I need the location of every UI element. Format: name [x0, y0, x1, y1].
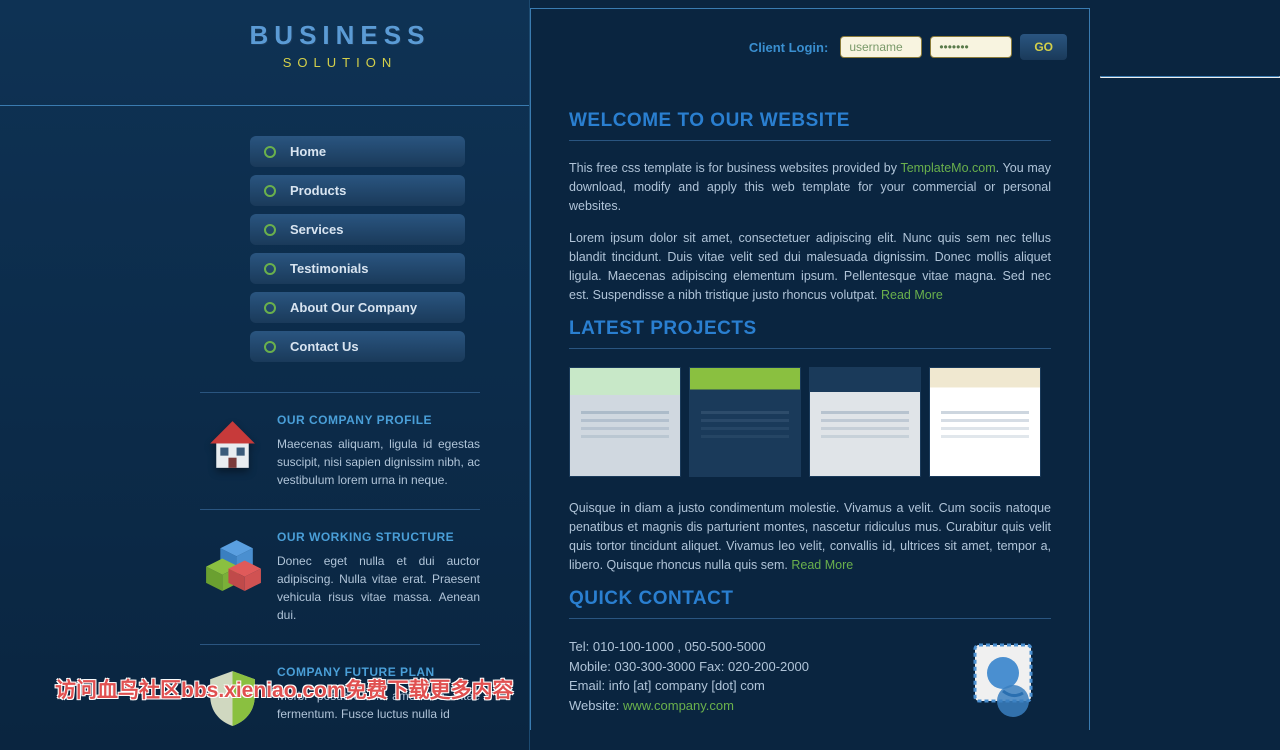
watermark-text: 访问血鸟社区bbs.xieniao.com免费下载更多内容	[55, 674, 514, 704]
profile-block-structure: OUR WORKING STRUCTURE Donec eget nulla e…	[200, 530, 480, 624]
nav-label: Testimonials	[290, 261, 369, 276]
nav-products[interactable]: Products	[250, 175, 465, 206]
bullet-icon	[264, 341, 276, 353]
sidebar: BUSINESS SOLUTION Home Products Services…	[0, 0, 530, 750]
profile-block-company: OUR COMPANY PROFILE Maecenas aliquam, li…	[200, 413, 480, 489]
welcome-paragraph-1: This free css template is for business w…	[569, 159, 1051, 215]
templatemo-link[interactable]: TemplateMo.com	[900, 161, 995, 175]
nav-label: Services	[290, 222, 344, 237]
bullet-icon	[264, 263, 276, 275]
contact-heading: QUICK CONTACT	[569, 588, 1051, 619]
nav-contact[interactable]: Contact Us	[250, 331, 465, 362]
username-input[interactable]	[840, 36, 922, 58]
projects-heading: LATEST PROJECTS	[569, 318, 1051, 349]
read-more-link[interactable]: Read More	[791, 558, 853, 572]
project-thumbnail-2[interactable]	[689, 367, 801, 477]
nav-label: Home	[290, 144, 326, 159]
logo-title: BUSINESS	[200, 20, 480, 51]
logo-subtitle: SOLUTION	[200, 55, 480, 70]
bullet-icon	[264, 146, 276, 158]
house-icon	[200, 413, 265, 478]
project-thumbnail-4[interactable]	[929, 367, 1041, 477]
sidebar-divider	[200, 644, 480, 645]
right-decorative-line	[1100, 76, 1280, 78]
profile-title: OUR COMPANY PROFILE	[277, 413, 480, 427]
bullet-icon	[264, 224, 276, 236]
stamp-icon	[961, 637, 1051, 717]
go-button[interactable]: GO	[1020, 34, 1067, 60]
main-content: Client Login: GO WELCOME TO OUR WEBSITE …	[530, 8, 1090, 730]
projects-row	[569, 367, 1051, 477]
nav-label: Contact Us	[290, 339, 359, 354]
profile-body: Maecenas aliquam, ligula id egestas susc…	[277, 435, 480, 489]
website-link[interactable]: www.company.com	[623, 698, 734, 713]
boxes-icon	[200, 530, 265, 595]
profile-body: Donec eget nulla et dui auctor adipiscin…	[277, 552, 480, 624]
text: Lorem ipsum dolor sit amet, consectetuer…	[569, 231, 1051, 301]
site-logo: BUSINESS SOLUTION	[200, 20, 480, 70]
login-label: Client Login:	[749, 40, 828, 55]
header-divider	[0, 105, 529, 106]
projects-paragraph: Quisque in diam a justo condimentum mole…	[569, 499, 1051, 574]
sidebar-divider	[200, 509, 480, 510]
sidebar-divider	[200, 392, 480, 393]
text: This free css template is for business w…	[569, 161, 900, 175]
welcome-paragraph-2: Lorem ipsum dolor sit amet, consectetuer…	[569, 229, 1051, 304]
read-more-link[interactable]: Read More	[881, 288, 943, 302]
nav-about[interactable]: About Our Company	[250, 292, 465, 323]
password-input[interactable]	[930, 36, 1012, 58]
project-thumbnail-3[interactable]	[809, 367, 921, 477]
welcome-heading: WELCOME TO OUR WEBSITE	[569, 110, 1051, 141]
project-thumbnail-1[interactable]	[569, 367, 681, 477]
nav-label: Products	[290, 183, 346, 198]
profile-title: OUR WORKING STRUCTURE	[277, 530, 480, 544]
bullet-icon	[264, 185, 276, 197]
main-nav: Home Products Services Testimonials Abou…	[250, 136, 465, 362]
login-bar: Client Login: GO	[531, 9, 1089, 70]
nav-services[interactable]: Services	[250, 214, 465, 245]
nav-home[interactable]: Home	[250, 136, 465, 167]
bullet-icon	[264, 302, 276, 314]
text: Website:	[569, 698, 623, 713]
nav-testimonials[interactable]: Testimonials	[250, 253, 465, 284]
nav-label: About Our Company	[290, 300, 417, 315]
